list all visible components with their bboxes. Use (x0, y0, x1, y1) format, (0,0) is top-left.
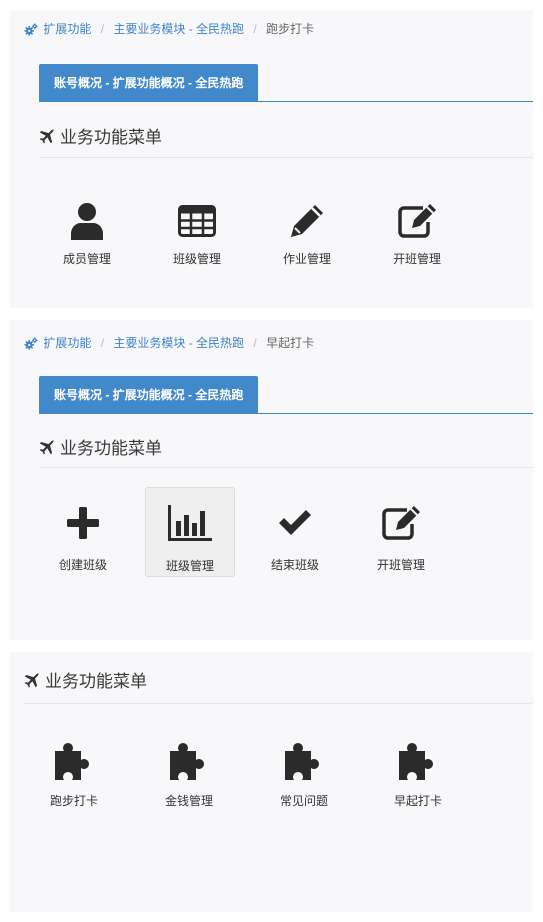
tile-label: 开班管理 (392, 252, 441, 266)
plane-icon (39, 440, 55, 456)
tab-bar: 账号概况 - 扩展功能概况 - 全民热跑 (39, 61, 533, 102)
tile-faq[interactable]: 常见问题 (259, 734, 349, 824)
tab-account-overview[interactable]: 账号概况 - 扩展功能概况 - 全民热跑 (39, 376, 259, 414)
divider (24, 703, 533, 704)
tile-open-class-management[interactable]: 开班管理 (372, 192, 462, 282)
table-grid-icon (152, 200, 242, 242)
puzzle-icon (144, 742, 234, 784)
tile-label: 金钱管理 (164, 794, 213, 808)
breadcrumb: 扩展功能 / 主要业务模块 - 全民热跑 / 早起打卡 (24, 335, 314, 351)
breadcrumb-separator: / (100, 22, 105, 36)
breadcrumb-extended-features[interactable]: 扩展功能 (43, 336, 91, 350)
puzzle-icon (373, 742, 463, 784)
gears-icon (24, 23, 40, 37)
breadcrumb: 扩展功能 / 主要业务模块 - 全民热跑 / 跑步打卡 (24, 21, 314, 37)
section-title: 业务功能菜单 (39, 127, 162, 149)
panel-running-checkin: 扩展功能 / 主要业务模块 - 全民热跑 / 跑步打卡 账号概况 - 扩展功能概… (10, 10, 533, 308)
tile-label: 结束班级 (270, 558, 319, 572)
breadcrumb-current: 早起打卡 (266, 336, 315, 350)
section-title-text: 业务功能菜单 (45, 672, 147, 691)
section-title: 业务功能菜单 (39, 438, 162, 460)
tile-label: 班级管理 (165, 559, 214, 573)
plane-icon (24, 673, 40, 689)
breadcrumb-separator: / (253, 336, 257, 350)
tile-create-class[interactable]: 创建班级 (38, 488, 128, 578)
tile-class-management[interactable]: 班级管理 (152, 192, 242, 282)
tile-label: 常见问题 (279, 794, 328, 808)
tile-early-rise-checkin[interactable]: 早起打卡 (373, 734, 463, 824)
plane-icon (39, 129, 55, 145)
pencil-icon (262, 200, 352, 242)
puzzle-icon (259, 742, 349, 784)
edit-square-icon (356, 502, 446, 544)
breadcrumb-current: 跑步打卡 (266, 22, 315, 36)
tile-open-class-management[interactable]: 开班管理 (356, 488, 446, 578)
tile-member-management[interactable]: 成员管理 (42, 192, 132, 282)
gears-icon (24, 337, 40, 351)
tile-label: 成员管理 (62, 252, 111, 266)
tile-end-class[interactable]: 结束班级 (250, 488, 340, 578)
tile-label: 早起打卡 (393, 794, 442, 808)
section-title-text: 业务功能菜单 (60, 439, 162, 458)
tile-money-management[interactable]: 金钱管理 (144, 734, 234, 824)
breadcrumb-extended-features[interactable]: 扩展功能 (43, 22, 91, 36)
section-title: 业务功能菜单 (24, 671, 147, 693)
edit-square-icon (372, 200, 462, 242)
tab-account-overview[interactable]: 账号概况 - 扩展功能概况 - 全民热跑 (39, 64, 259, 102)
check-icon (250, 502, 340, 544)
tile-class-management[interactable]: 班级管理 (145, 487, 235, 577)
tile-label: 作业管理 (282, 252, 331, 266)
breadcrumb-separator: / (253, 22, 257, 36)
breadcrumb-main-modules[interactable]: 主要业务模块 - 全民热跑 (113, 22, 244, 36)
section-title-text: 业务功能菜单 (60, 128, 162, 147)
tile-label: 跑步打卡 (49, 794, 98, 808)
plus-icon (38, 502, 128, 544)
tile-homework-management[interactable]: 作业管理 (262, 192, 352, 282)
tile-label: 创建班级 (58, 558, 107, 572)
panel-function-menu: 业务功能菜单 跑步打卡 金钱管理 常见问题 早起打卡 (10, 652, 533, 912)
panel-early-rise-checkin: 扩展功能 / 主要业务模块 - 全民热跑 / 早起打卡 账号概况 - 扩展功能概… (10, 320, 533, 640)
divider (39, 157, 533, 158)
tab-bar: 账号概况 - 扩展功能概况 - 全民热跑 (39, 373, 533, 414)
tile-running-checkin[interactable]: 跑步打卡 (29, 734, 119, 824)
tile-label: 开班管理 (376, 558, 425, 572)
bar-chart-icon (146, 502, 234, 544)
puzzle-icon (29, 742, 119, 784)
breadcrumb-main-modules[interactable]: 主要业务模块 - 全民热跑 (113, 336, 244, 350)
divider (39, 467, 533, 468)
user-icon (42, 200, 132, 242)
tile-label: 班级管理 (172, 252, 221, 266)
breadcrumb-separator: / (100, 336, 105, 350)
